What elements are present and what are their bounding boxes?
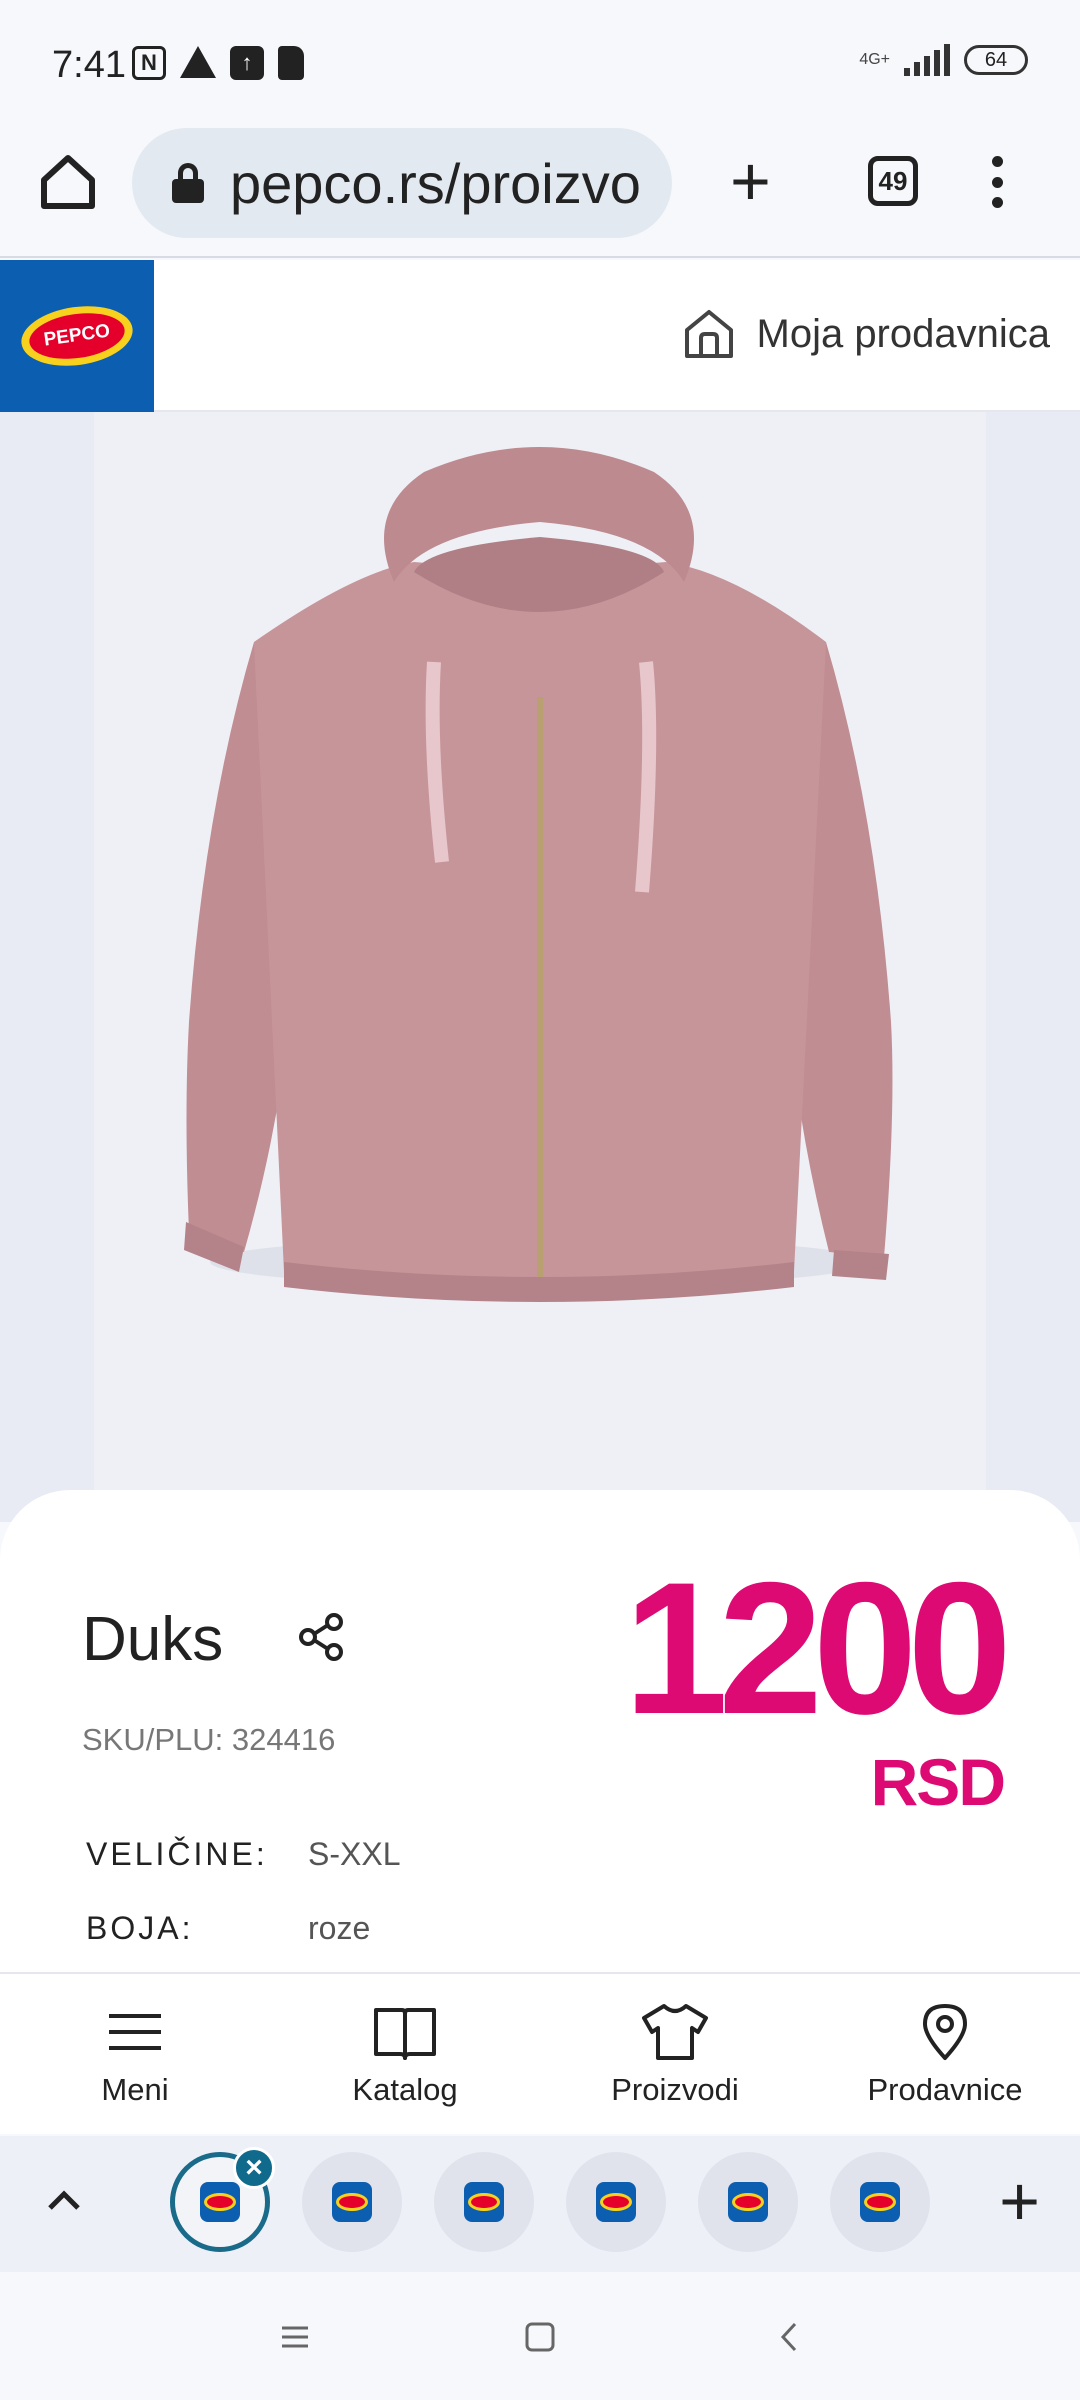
more-options-icon[interactable] <box>990 156 1004 208</box>
tab-switcher-button[interactable]: 49 <box>868 156 918 206</box>
address-bar[interactable]: pepco.rs/proizvo <box>132 128 672 238</box>
sizes-label: VELIČINE: <box>86 1836 268 1872</box>
product-title: Duks <box>82 1605 224 1674</box>
status-notification-icons: N ↑ <box>132 46 304 80</box>
nav-item-products[interactable]: Proizvodi <box>565 2002 785 2108</box>
tab-thumbnail-active[interactable]: × <box>170 2147 275 2252</box>
battery-level: 64 <box>984 48 1008 71</box>
nav-label-stores: Prodavnice <box>867 2072 1023 2107</box>
nav-item-menu[interactable]: Meni <box>25 2002 245 2108</box>
nav-label-products: Proizvodi <box>611 2072 739 2107</box>
battery-icon: 64 <box>964 45 1028 75</box>
upload-icon: ↑ <box>230 46 264 80</box>
nav-item-stores[interactable]: Prodavnice <box>835 2002 1055 2108</box>
tshirt-icon <box>642 2004 708 2060</box>
book-icon <box>374 2008 436 2060</box>
logo-text: PEPCO <box>26 307 128 365</box>
lock-icon <box>172 163 204 203</box>
back-icon[interactable] <box>765 2312 815 2362</box>
new-tab-icon[interactable]: + <box>730 146 771 216</box>
recent-apps-icon[interactable] <box>270 2312 320 2362</box>
tab-count: 49 <box>878 165 908 196</box>
status-time: 7:41 <box>52 44 126 86</box>
hamburger-icon <box>109 2014 161 2050</box>
pepco-logo[interactable]: PEPCO <box>0 260 154 412</box>
signal-icon <box>904 44 950 76</box>
store-icon <box>684 310 733 358</box>
network-type: 4G+ <box>859 51 890 68</box>
status-bar: 7:41 N ↑ 4G+ 64 <box>0 0 1080 120</box>
home-button-icon[interactable] <box>515 2312 565 2362</box>
browser-toolbar: pepco.rs/proizvo + 49 <box>0 120 1080 258</box>
warning-icon <box>180 46 216 78</box>
color-value: roze <box>308 1910 371 1946</box>
product-image-area <box>0 412 1080 1522</box>
tab-thumbnail[interactable] <box>698 2152 798 2252</box>
product-details-card: Duks SKU/PLU: 324416 1200 RSD VELIČINE: … <box>0 1490 1080 1972</box>
sizes-value: S-XXL <box>308 1836 401 1872</box>
tab-thumbnail[interactable] <box>830 2152 930 2252</box>
nav-label-menu: Meni <box>101 2072 169 2107</box>
product-price: 1200 <box>623 1543 1012 1753</box>
my-store-link[interactable]: Moja prodavnica <box>681 306 1051 362</box>
url-text: pepco.rs/proizvo <box>230 151 641 215</box>
close-tab-icon[interactable]: × <box>233 2147 275 2189</box>
sd-card-icon <box>278 46 304 80</box>
product-image[interactable] <box>94 412 986 1512</box>
tab-thumbnail[interactable] <box>302 2152 402 2252</box>
chevron-up-icon[interactable] <box>44 2180 84 2220</box>
tab-thumbnail[interactable] <box>434 2152 534 2252</box>
tab-strip: × + <box>0 2136 1080 2272</box>
site-bottom-nav: Meni Katalog Proizvodi Prodavnice <box>0 1972 1080 2134</box>
my-store-label: Moja prodavnica <box>756 311 1051 356</box>
location-pin-icon <box>923 2004 967 2060</box>
system-navigation-bar <box>0 2272 1080 2400</box>
share-icon[interactable] <box>296 1612 346 1662</box>
price-currency: RSD <box>870 1745 1006 1819</box>
hoodie-image <box>184 447 893 1302</box>
nav-label-catalog: Katalog <box>352 2072 458 2107</box>
color-label: BOJA: <box>86 1910 194 1946</box>
tab-thumbnail[interactable] <box>566 2152 666 2252</box>
nfc-icon: N <box>132 46 166 80</box>
site-header: PEPCO Moja prodavnica <box>0 260 1080 412</box>
product-sku: SKU/PLU: 324416 <box>82 1722 336 1757</box>
home-icon[interactable] <box>36 150 100 214</box>
add-tab-icon[interactable]: + <box>999 2166 1040 2236</box>
nav-item-catalog[interactable]: Katalog <box>295 2002 515 2108</box>
